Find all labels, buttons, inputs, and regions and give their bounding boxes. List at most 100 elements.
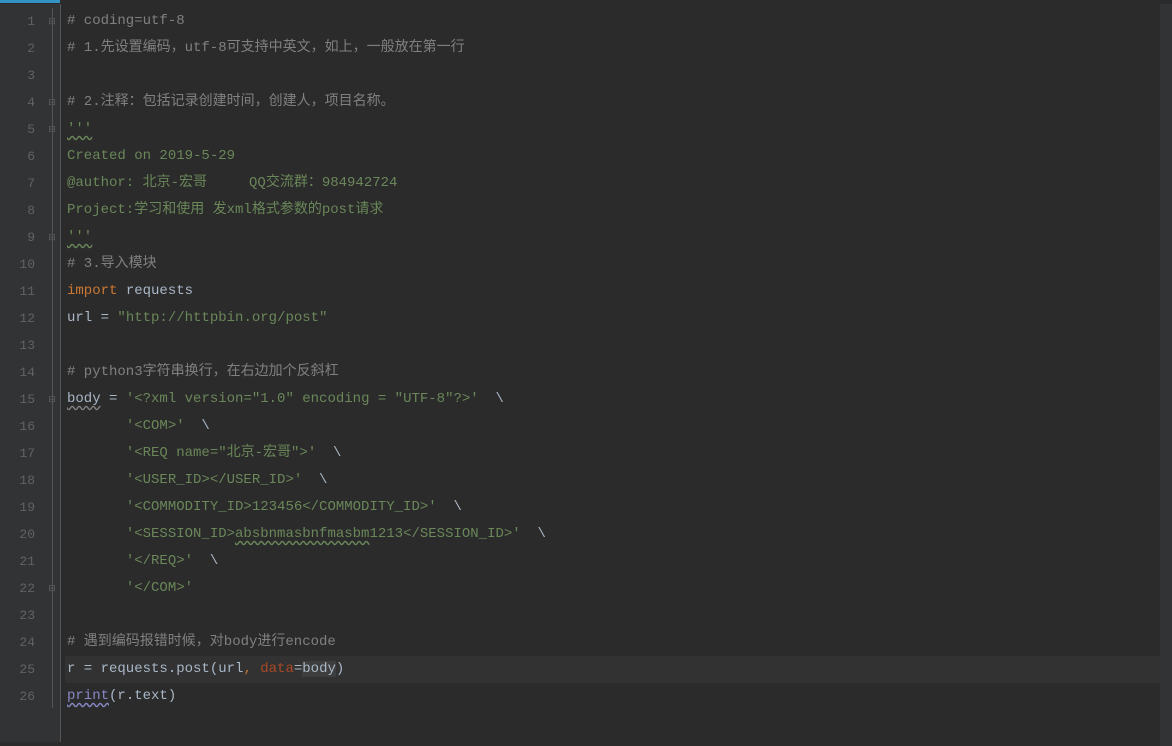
line-number[interactable]: 5 bbox=[0, 116, 35, 143]
line-number[interactable]: 7 bbox=[0, 170, 35, 197]
code-line: # 遇到编码报错时候，对body进行encode bbox=[65, 629, 1160, 656]
code-line: @author: 北京-宏哥 QQ交流群：984942724 bbox=[65, 170, 1160, 197]
indent bbox=[67, 580, 126, 596]
var-reference: body bbox=[302, 661, 336, 677]
line-number[interactable]: 25 bbox=[0, 656, 35, 683]
keyword-import: import bbox=[67, 283, 117, 299]
code-line: Project:学习和使用 发xml格式参数的post请求 bbox=[65, 197, 1160, 224]
line-number[interactable]: 23 bbox=[0, 602, 35, 629]
string-literal: '<COM>' bbox=[126, 418, 185, 434]
string-literal: '</REQ>' bbox=[126, 553, 193, 569]
typo-word: absbnmasbnfmasbm bbox=[235, 526, 369, 542]
code-line: Created on 2019-5-29 bbox=[65, 143, 1160, 170]
kwarg-name: data bbox=[260, 661, 294, 677]
string-literal: '</COM>' bbox=[126, 580, 193, 596]
code-line: url = "http://httpbin.org/post" bbox=[65, 305, 1160, 332]
code-line: '</COM>' bbox=[65, 575, 1160, 602]
line-continuation: \ bbox=[316, 445, 341, 461]
code-line: '<REQ name="北京-宏哥">' \ bbox=[65, 440, 1160, 467]
code-line-current: r = requests.post(url, data=body) bbox=[65, 656, 1160, 683]
line-number[interactable]: 6 bbox=[0, 143, 35, 170]
code-line: '<COM>' \ bbox=[65, 413, 1160, 440]
operator: = bbox=[101, 310, 118, 326]
code-line: ''' bbox=[65, 116, 1160, 143]
code-line: print(r.text) bbox=[65, 683, 1160, 710]
indent bbox=[67, 526, 126, 542]
module-name: requests bbox=[117, 283, 193, 299]
code-line: '</REQ>' \ bbox=[65, 548, 1160, 575]
comment-text: # coding=utf-8 bbox=[67, 13, 185, 29]
code-line: '<SESSION_ID>absbnmasbnfmasbm1213</SESSI… bbox=[65, 521, 1160, 548]
comment-text: # python3字符串换行，在右边加个反斜杠 bbox=[67, 364, 339, 380]
code-line: import requests bbox=[65, 278, 1160, 305]
builtin-print: print bbox=[67, 688, 109, 704]
line-number[interactable]: 17 bbox=[0, 440, 35, 467]
var-name: body bbox=[67, 391, 101, 407]
operator: = bbox=[101, 391, 126, 407]
string-literal: '<USER_ID></USER_ID>' bbox=[126, 472, 302, 488]
operator: = bbox=[294, 661, 302, 677]
line-number[interactable]: 8 bbox=[0, 197, 35, 224]
line-number[interactable]: 18 bbox=[0, 467, 35, 494]
line-number-gutter[interactable]: 1 2 3 4 5 6 7 8 9 10 11 12 13 14 15 16 1… bbox=[0, 4, 44, 742]
docstring-text: Created on 2019-5-29 bbox=[67, 148, 235, 164]
docstring-text: @author: 北京-宏哥 QQ交流群：984942724 bbox=[67, 175, 397, 191]
code-line: '<USER_ID></USER_ID>' \ bbox=[65, 467, 1160, 494]
comment-text: # 3.导入模块 bbox=[67, 256, 157, 272]
string-literal: "http://httpbin.org/post" bbox=[117, 310, 327, 326]
comment-text: # 1.先设置编码，utf-8可支持中英文，如上，一般放在第一行 bbox=[67, 40, 465, 56]
code-line: # 3.导入模块 bbox=[65, 251, 1160, 278]
line-number[interactable]: 12 bbox=[0, 305, 35, 332]
line-number[interactable]: 3 bbox=[0, 62, 35, 89]
code-area[interactable]: # coding=utf-8 # 1.先设置编码，utf-8可支持中英文，如上，… bbox=[61, 4, 1160, 742]
indent bbox=[67, 499, 126, 515]
line-number[interactable]: 10 bbox=[0, 251, 35, 278]
line-number[interactable]: 24 bbox=[0, 629, 35, 656]
string-literal: '<?xml version="1.0" encoding = "UTF-8"?… bbox=[126, 391, 479, 407]
code-line: ''' bbox=[65, 224, 1160, 251]
var-name: url bbox=[67, 310, 101, 326]
code-line bbox=[65, 602, 1160, 629]
indent bbox=[67, 445, 126, 461]
line-continuation: \ bbox=[479, 391, 504, 407]
code-editor: 1 2 3 4 5 6 7 8 9 10 11 12 13 14 15 16 1… bbox=[0, 0, 1172, 742]
code-line: '<COMMODITY_ID>123456</COMMODITY_ID>' \ bbox=[65, 494, 1160, 521]
string-literal: 1213</SESSION_ID>' bbox=[369, 526, 520, 542]
docstring-text: Project:学习和使用 发xml格式参数的post请求 bbox=[67, 202, 383, 218]
line-number[interactable]: 26 bbox=[0, 683, 35, 710]
string-literal: '<COMMODITY_ID>123456</COMMODITY_ID>' bbox=[126, 499, 437, 515]
line-continuation: \ bbox=[185, 418, 210, 434]
line-number[interactable]: 19 bbox=[0, 494, 35, 521]
code-line: # coding=utf-8 bbox=[65, 8, 1160, 35]
code-line: # 2.注释：包括记录创建时间，创建人，项目名称。 bbox=[65, 89, 1160, 116]
indent bbox=[67, 553, 126, 569]
line-number[interactable]: 14 bbox=[0, 359, 35, 386]
top-accent-bar bbox=[0, 0, 60, 3]
comma: , bbox=[243, 661, 260, 677]
line-number[interactable]: 1 bbox=[0, 8, 35, 35]
line-continuation: \ bbox=[193, 553, 218, 569]
code-line: # 1.先设置编码，utf-8可支持中英文，如上，一般放在第一行 bbox=[65, 35, 1160, 62]
line-number[interactable]: 22 bbox=[0, 575, 35, 602]
indent bbox=[67, 418, 126, 434]
vertical-scrollbar[interactable] bbox=[1160, 4, 1172, 746]
line-number[interactable]: 15 bbox=[0, 386, 35, 413]
code-line bbox=[65, 62, 1160, 89]
line-number[interactable]: 20 bbox=[0, 521, 35, 548]
line-number[interactable]: 2 bbox=[0, 35, 35, 62]
docstring-end: ''' bbox=[67, 229, 92, 245]
code-text: r = requests.post(url bbox=[67, 661, 243, 677]
code-line: # python3字符串换行，在右边加个反斜杠 bbox=[65, 359, 1160, 386]
line-continuation: \ bbox=[437, 499, 462, 515]
string-literal: '<REQ name="北京-宏哥">' bbox=[126, 445, 316, 461]
docstring-start: ''' bbox=[67, 121, 92, 137]
line-number[interactable]: 21 bbox=[0, 548, 35, 575]
line-number[interactable]: 11 bbox=[0, 278, 35, 305]
string-literal: '<SESSION_ID> bbox=[126, 526, 235, 542]
line-number[interactable]: 4 bbox=[0, 89, 35, 116]
line-number[interactable]: 13 bbox=[0, 332, 35, 359]
line-number[interactable]: 16 bbox=[0, 413, 35, 440]
fold-line bbox=[52, 8, 53, 708]
line-number[interactable]: 9 bbox=[0, 224, 35, 251]
code-text: (r.text) bbox=[109, 688, 176, 704]
